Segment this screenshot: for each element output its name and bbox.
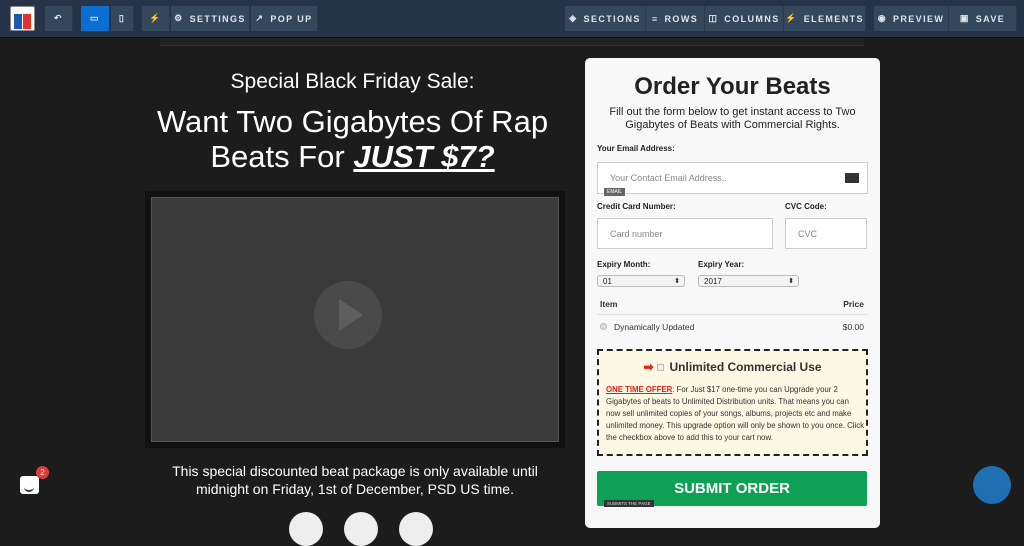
desktop-icon: ▭	[90, 13, 100, 23]
columns-icon: ◫	[708, 13, 719, 23]
video-player[interactable]	[145, 191, 565, 448]
form-title: Order Your Beats	[634, 73, 831, 100]
mobile-icon: ▯	[118, 13, 126, 23]
sale-heading: Special Black Friday Sale:	[230, 70, 475, 93]
preview-button[interactable]: ◉ PREVIEW	[874, 6, 949, 31]
preview-label: PREVIEW	[892, 13, 945, 24]
expiry-month-select[interactable]: 01 ⬍	[597, 275, 685, 287]
floppy-icon: ▣	[959, 13, 970, 23]
form-subtitle: Fill out the form below to get instant a…	[609, 106, 856, 131]
play-icon[interactable]	[314, 281, 382, 349]
editor-toolbar: ↶ ▭ ▯ ⚡ ⚙ SETTINGS ↗ POP UP ◈ SECTIONS ≡ ROW…	[0, 0, 1024, 38]
chat-icon[interactable]	[20, 476, 39, 494]
cvc-field[interactable]: CVC	[785, 218, 867, 249]
item-radio[interactable]	[600, 323, 607, 330]
plug-icon: ⚡	[149, 13, 162, 23]
mobile-view-button[interactable]: ▯	[111, 6, 134, 31]
elements-label: ELEMENTS	[803, 13, 864, 24]
settings-label: SETTINGS	[189, 13, 246, 24]
elements-button[interactable]: ⚡ ELEMENTS	[784, 6, 866, 31]
item-price: $0.00	[842, 322, 864, 332]
external-link-icon: ↗	[255, 13, 265, 23]
upsell-title: Unlimited Commercial Use	[669, 360, 822, 374]
item-header: Item	[600, 299, 618, 309]
social-icon[interactable]	[289, 512, 323, 546]
columns-label: COLUMNS	[724, 13, 780, 24]
social-icon[interactable]	[399, 512, 433, 546]
settings-button[interactable]: ⚙ SETTINGS	[171, 6, 250, 31]
sections-label: SECTIONS	[583, 13, 641, 24]
email-field[interactable]: Your Contact Email Address..	[597, 162, 868, 194]
columns-button[interactable]: ◫ COLUMNS	[705, 6, 784, 31]
cube-icon: ◈	[569, 13, 578, 23]
month-label: Expiry Month:	[597, 260, 651, 269]
plugin-button[interactable]: ⚡	[142, 6, 170, 31]
headline-line2: Beats For	[210, 139, 354, 174]
select-arrows-icon: ⬍	[788, 278, 794, 285]
eye-icon: ◉	[877, 13, 887, 23]
bars-icon: ≡	[651, 13, 659, 24]
arrow-right-icon: ➡	[643, 360, 654, 374]
save-label: SAVE	[975, 13, 1006, 24]
card-number-field[interactable]: Card number	[597, 218, 773, 249]
month-value: 01	[603, 277, 612, 286]
upsell-description: ONE TIME OFFER: For Just $17 one-time yo…	[606, 384, 864, 444]
help-button[interactable]	[973, 466, 1011, 504]
social-icon[interactable]	[344, 512, 378, 546]
email-label: Your Email Address:	[597, 144, 675, 153]
upsell-box: ➡ Unlimited Commercial Use ONE TIME OFFER…	[597, 349, 868, 456]
deadline-notice: This special discounted beat package is …	[172, 463, 538, 497]
app-logo[interactable]	[10, 6, 35, 31]
upsell-checkbox[interactable]	[656, 364, 664, 372]
select-arrows-icon: ⬍	[674, 278, 680, 285]
email-tag: EMAIL	[604, 188, 626, 196]
headline-price: JUST $7?	[353, 139, 495, 174]
rows-label: ROWS	[664, 13, 699, 24]
cvc-placeholder: CVC	[798, 228, 818, 239]
envelope-icon	[845, 173, 859, 183]
undo-icon: ↶	[54, 13, 63, 23]
undo-button[interactable]: ↶	[45, 6, 73, 31]
expiry-year-select[interactable]: 2017 ⬍	[698, 275, 799, 287]
headline-line1: Want Two Gigabytes Of Rap	[156, 104, 549, 139]
email-placeholder: Your Contact Email Address..	[610, 173, 727, 183]
popup-label: POP UP	[270, 13, 313, 24]
popup-button[interactable]: ↗ POP UP	[251, 6, 318, 31]
rows-button[interactable]: ≡ ROWS	[646, 6, 705, 31]
save-button[interactable]: ▣ SAVE	[949, 6, 1017, 31]
item-name: Dynamically Updated	[614, 322, 695, 332]
main-headline: Want Two Gigabytes Of Rap Beats For JUST …	[140, 104, 565, 174]
submit-tag: SUBMITS THE PAGE	[604, 500, 654, 507]
cvc-label: CVC Code:	[785, 202, 827, 211]
order-form: Order Your Beats Fill out the form below…	[585, 58, 880, 528]
price-header: Price	[843, 299, 864, 309]
section-edge	[160, 38, 864, 46]
desktop-view-button[interactable]: ▭	[81, 6, 110, 31]
gears-icon: ⚙	[174, 13, 184, 23]
year-label: Expiry Year:	[698, 260, 745, 269]
sections-button[interactable]: ◈ SECTIONS	[565, 6, 646, 31]
card-placeholder: Card number	[610, 228, 663, 239]
divider	[597, 314, 868, 315]
plug-icon: ⚡	[785, 13, 798, 23]
offer-lead: ONE TIME OFFER	[606, 385, 673, 394]
year-value: 2017	[704, 277, 722, 286]
card-label: Credit Card Number:	[597, 202, 676, 211]
chat-badge: 2	[36, 466, 49, 479]
